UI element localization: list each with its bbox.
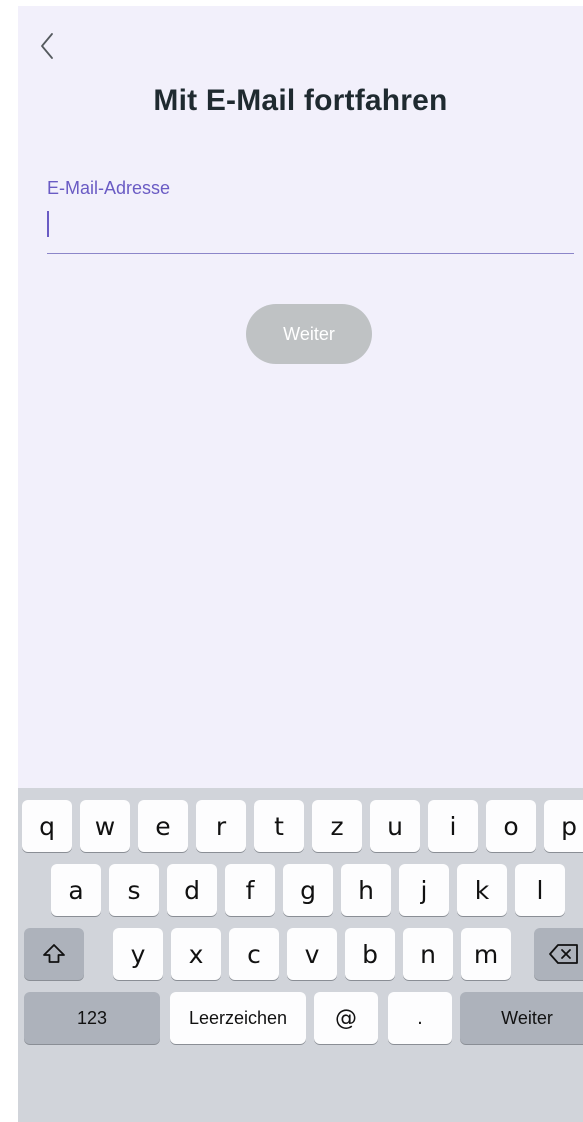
key-j[interactable]: j bbox=[399, 864, 449, 916]
backspace-icon bbox=[549, 944, 578, 964]
key-g[interactable]: g bbox=[283, 864, 333, 916]
key-r[interactable]: r bbox=[196, 800, 246, 852]
key-e[interactable]: e bbox=[138, 800, 188, 852]
page-title: Mit E-Mail fortfahren bbox=[153, 84, 448, 117]
at-key[interactable]: @ bbox=[314, 992, 378, 1044]
chevron-left-icon bbox=[41, 33, 53, 59]
text-cursor bbox=[47, 211, 49, 237]
dot-key[interactable]: . bbox=[388, 992, 452, 1044]
key-b[interactable]: b bbox=[345, 928, 395, 980]
key-f[interactable]: f bbox=[225, 864, 275, 916]
key-s[interactable]: s bbox=[109, 864, 159, 916]
key-k[interactable]: k bbox=[457, 864, 507, 916]
key-q[interactable]: q bbox=[22, 800, 72, 852]
key-w[interactable]: w bbox=[80, 800, 130, 852]
onscreen-keyboard: q w e r t z u i o p a s d f g h j k l y … bbox=[18, 788, 583, 1122]
shift-key[interactable] bbox=[24, 928, 84, 980]
key-p[interactable]: p bbox=[544, 800, 583, 852]
key-m[interactable]: m bbox=[461, 928, 511, 980]
email-field[interactable]: E-Mail-Adresse bbox=[47, 178, 574, 252]
shift-icon bbox=[43, 944, 65, 963]
back-button[interactable] bbox=[34, 28, 68, 68]
delete-key[interactable] bbox=[534, 928, 583, 980]
key-v[interactable]: v bbox=[287, 928, 337, 980]
key-l[interactable]: l bbox=[515, 864, 565, 916]
key-x[interactable]: x bbox=[171, 928, 221, 980]
key-u[interactable]: u bbox=[370, 800, 420, 852]
continue-button[interactable]: Weiter bbox=[246, 304, 372, 364]
key-o[interactable]: o bbox=[486, 800, 536, 852]
email-input[interactable] bbox=[47, 204, 574, 246]
key-i[interactable]: i bbox=[428, 800, 478, 852]
key-c[interactable]: c bbox=[229, 928, 279, 980]
space-key[interactable]: Leerzeichen bbox=[170, 992, 306, 1044]
key-z[interactable]: z bbox=[312, 800, 362, 852]
app-screen: Mit E-Mail fortfahren E-Mail-Adresse Wei… bbox=[18, 6, 583, 1122]
email-underline bbox=[47, 253, 574, 254]
key-y[interactable]: y bbox=[113, 928, 163, 980]
key-h[interactable]: h bbox=[341, 864, 391, 916]
key-a[interactable]: a bbox=[51, 864, 101, 916]
key-t[interactable]: t bbox=[254, 800, 304, 852]
email-label: E-Mail-Adresse bbox=[47, 178, 171, 198]
key-d[interactable]: d bbox=[167, 864, 217, 916]
key-n[interactable]: n bbox=[403, 928, 453, 980]
return-key[interactable]: Weiter bbox=[460, 992, 583, 1044]
numbers-key[interactable]: 123 bbox=[24, 992, 160, 1044]
email-signin-view: Mit E-Mail fortfahren E-Mail-Adresse Wei… bbox=[18, 6, 583, 786]
